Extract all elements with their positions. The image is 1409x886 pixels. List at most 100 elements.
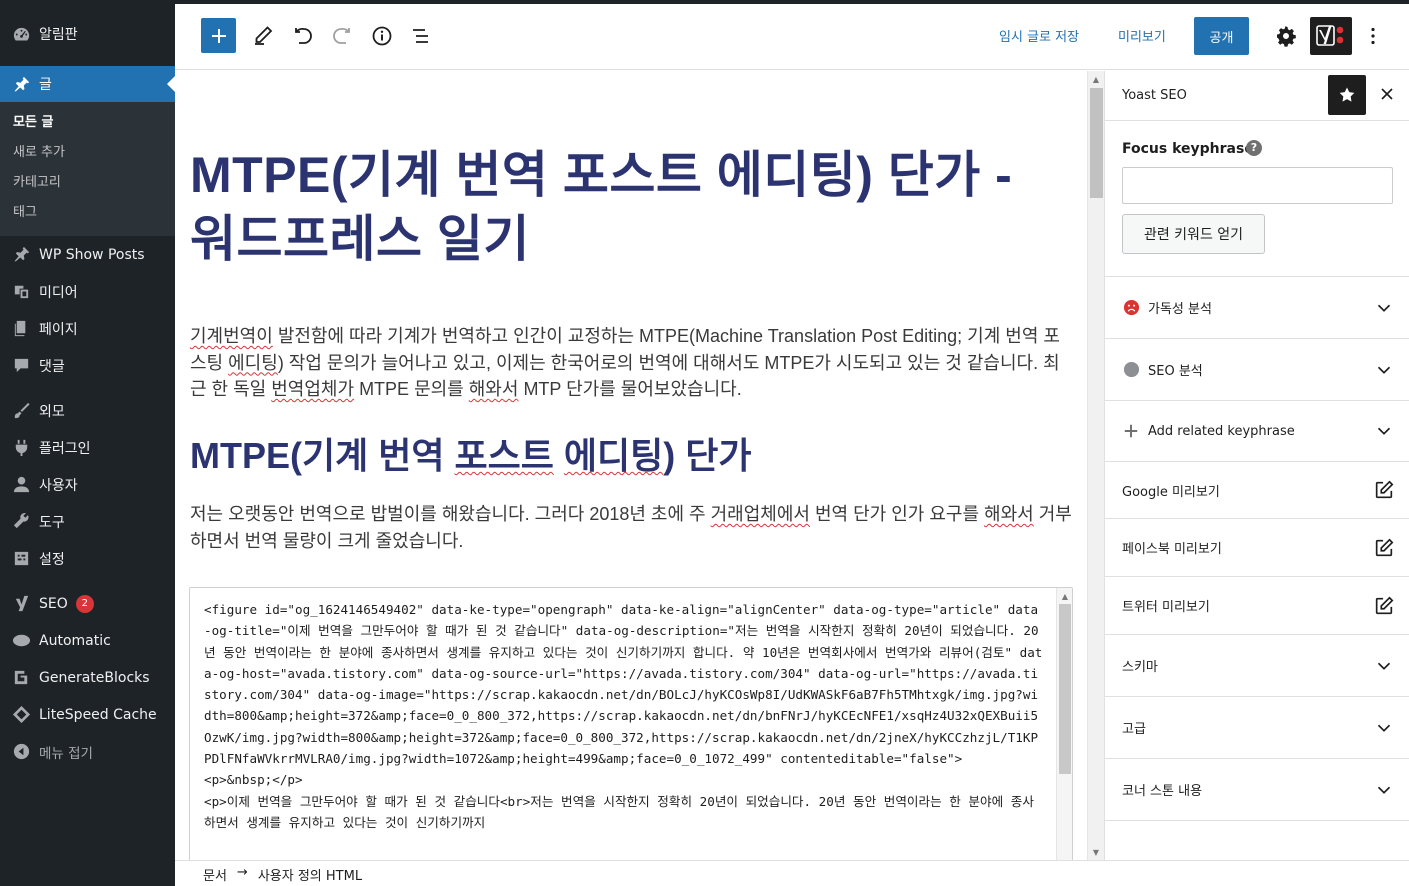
- more-options-button[interactable]: [1355, 18, 1391, 54]
- scrollbar-thumb[interactable]: [1090, 88, 1103, 198]
- editor-toolbar: 임시 글로 저장 미리보기 공개: [175, 4, 1409, 70]
- heading-block[interactable]: MTPE(기계 번역 포스트 에디팅) 단가: [190, 433, 751, 479]
- scroll-down-icon[interactable]: ▼: [1088, 844, 1104, 860]
- chevron-down-icon: [1372, 296, 1396, 320]
- list-view-button[interactable]: [403, 18, 439, 54]
- text-run: 저는 오랫동안 번역으로 밥벌이를 해왔습니다. 그러다 2018년 초에 주: [190, 504, 711, 524]
- text-run: MTPE(기계 번역: [190, 435, 455, 476]
- spelling-error: 해와서: [984, 504, 1034, 524]
- focus-keyphrase-input[interactable]: [1122, 167, 1393, 204]
- dashboard-icon: [10, 24, 32, 44]
- menu-label: 페이지: [39, 321, 78, 338]
- save-draft-button[interactable]: 임시 글로 저장: [999, 26, 1079, 45]
- advanced-row[interactable]: 고급: [1105, 697, 1409, 759]
- page-icon: [10, 319, 32, 339]
- media-icon: [10, 282, 32, 302]
- menu-label: LiteSpeed Cache: [39, 706, 157, 723]
- menu-item-seo[interactable]: SEO 2: [0, 585, 175, 622]
- focus-keyphrase-label: Focus keyphrase: [1122, 141, 1254, 157]
- twitter-preview-row[interactable]: 트위터 미리보기: [1105, 577, 1409, 635]
- submenu-categories[interactable]: 카테고리: [0, 168, 175, 198]
- submenu-add-new[interactable]: 새로 추가: [0, 138, 175, 168]
- submenu-all-posts[interactable]: 모든 글: [0, 108, 175, 138]
- code-scrollbar[interactable]: ▲ ▼: [1056, 588, 1072, 860]
- scrollbar-thumb[interactable]: [1059, 604, 1071, 774]
- menu-label: 외모: [39, 403, 65, 420]
- breadcrumb: 문서 → 사용자 정의 HTML: [203, 865, 362, 884]
- yoast-icon: [10, 594, 32, 614]
- gear-icon: [1277, 26, 1296, 47]
- menu-item-media[interactable]: 미디어: [0, 273, 175, 310]
- pencil-icon: [255, 26, 273, 45]
- menu-item-pages[interactable]: 페이지: [0, 310, 175, 347]
- text-run: MTPE 문의를: [354, 379, 469, 399]
- edit-icon: [1372, 478, 1396, 502]
- editor-scrollbar[interactable]: ▲ ▼: [1087, 71, 1104, 860]
- spelling-error: 거래업체에서: [710, 504, 810, 524]
- row-label: 고급: [1122, 722, 1146, 737]
- paragraph-block[interactable]: 저는 오랫동안 번역으로 밥벌이를 해왔습니다. 그러다 2018년 초에 주 …: [190, 501, 1075, 554]
- details-button[interactable]: [364, 18, 400, 54]
- get-related-keyphrases-button[interactable]: 관련 키워드 얻기: [1122, 214, 1265, 254]
- html-code-editor[interactable]: <figure id="og_1624146549402" data-ke-ty…: [204, 599, 1044, 833]
- chevron-down-icon: [1372, 654, 1396, 678]
- menu-label: 메뉴 접기: [39, 745, 93, 762]
- menu-item-users[interactable]: 사용자: [0, 466, 175, 503]
- post-title[interactable]: MTPE(기계 번역 포스트 에디팅) 단가 - 워드프레스 일기: [190, 143, 1050, 271]
- menu-label: 알림판: [39, 27, 78, 43]
- breadcrumb-document[interactable]: 문서: [203, 865, 227, 884]
- menu-item-settings[interactable]: 설정: [0, 540, 175, 577]
- menu-item-posts[interactable]: 글: [0, 66, 175, 102]
- custom-html-block[interactable]: <figure id="og_1624146549402" data-ke-ty…: [189, 587, 1073, 860]
- menu-item-wp-show-posts[interactable]: WP Show Posts: [0, 236, 175, 273]
- menu-item-plugins[interactable]: 플러그인: [0, 429, 175, 466]
- menu-label: SEO: [39, 595, 68, 612]
- breadcrumb-separator: →: [236, 865, 248, 880]
- collapse-menu-button[interactable]: 메뉴 접기: [0, 733, 175, 770]
- yoast-sidebar: Yoast SEO Focus keyphrase ? 관련 키워드 얻기 가독…: [1104, 71, 1409, 860]
- pin-icon: [10, 245, 32, 265]
- preview-button[interactable]: 미리보기: [1118, 26, 1166, 45]
- help-icon[interactable]: ?: [1246, 140, 1262, 156]
- menu-label: 댓글: [39, 358, 65, 375]
- menu-item-appearance[interactable]: 외모: [0, 392, 175, 429]
- menu-item-automatic[interactable]: Automatic: [0, 622, 175, 659]
- text-run: 번역 단가 인가 요구를: [809, 504, 985, 524]
- schema-row[interactable]: 스키마: [1105, 635, 1409, 697]
- block-breadcrumb-bar: 문서 → 사용자 정의 HTML: [175, 860, 1409, 886]
- paragraph-block[interactable]: 기계번역이 발전함에 따라 기계가 번역하고 인간이 교정하는 MTPE(Mac…: [190, 323, 1075, 403]
- publish-button[interactable]: 공개: [1194, 17, 1249, 55]
- cornerstone-content-row[interactable]: 코너 스톤 내용: [1105, 759, 1409, 821]
- add-related-keyphrase-row[interactable]: Add related keyphrase: [1105, 401, 1409, 462]
- menu-item-litespeed[interactable]: LiteSpeed Cache: [0, 696, 175, 733]
- menu-label: GenerateBlocks: [39, 669, 150, 686]
- readability-analysis-row[interactable]: 가독성 분석: [1105, 277, 1409, 339]
- settings-button[interactable]: [1268, 18, 1304, 54]
- tools-button[interactable]: [245, 18, 281, 54]
- menu-item-tools[interactable]: 도구: [0, 503, 175, 540]
- add-block-button[interactable]: [201, 18, 236, 53]
- spelling-error: 에디팅: [228, 352, 278, 373]
- spelling-error: 기계번역이: [190, 326, 273, 346]
- menu-item-comments[interactable]: 댓글: [0, 347, 175, 384]
- menu-label: WP Show Posts: [39, 246, 145, 263]
- menu-item-dashboard[interactable]: 알림판: [0, 15, 175, 53]
- menu-item-generateblocks[interactable]: GenerateBlocks: [0, 659, 175, 696]
- undo-button[interactable]: [285, 18, 321, 54]
- edit-icon: [1372, 594, 1396, 618]
- menu-label: 도구: [39, 514, 65, 531]
- editor-canvas: MTPE(기계 번역 포스트 에디팅) 단가 - 워드프레스 일기 기계번역이 …: [175, 71, 1087, 860]
- plus-icon: [211, 28, 226, 43]
- submenu-tags[interactable]: 태그: [0, 198, 175, 228]
- pin-icon: [10, 74, 32, 94]
- scroll-up-icon[interactable]: ▲: [1088, 71, 1104, 87]
- google-preview-row[interactable]: Google 미리보기: [1105, 462, 1409, 519]
- facebook-preview-row[interactable]: 페이스북 미리보기: [1105, 519, 1409, 577]
- yoast-seo-button[interactable]: [1310, 17, 1352, 55]
- scroll-up-icon[interactable]: ▲: [1057, 588, 1073, 604]
- focus-keyphrase-section: Focus keyphrase ? 관련 키워드 얻기: [1105, 71, 1409, 277]
- redo-button[interactable]: [324, 18, 360, 54]
- row-label: 페이스북 미리보기: [1122, 542, 1222, 557]
- seo-analysis-row[interactable]: SEO 분석: [1105, 339, 1409, 401]
- breadcrumb-current[interactable]: 사용자 정의 HTML: [258, 865, 362, 884]
